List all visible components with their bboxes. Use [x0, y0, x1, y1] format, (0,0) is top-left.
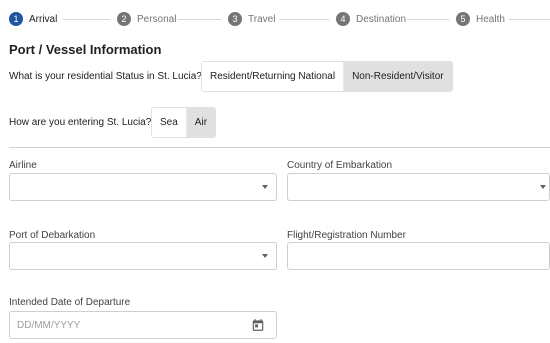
country-of-embarkation-select[interactable]: [287, 173, 550, 201]
step-label: Travel: [248, 13, 276, 25]
air-option-button[interactable]: Air: [186, 108, 216, 137]
calendar-icon[interactable]: [251, 318, 265, 332]
progress-stepper: 1 Arrival 2 Personal 3 Travel 4 Destinat…: [0, 10, 550, 30]
departure-date-input[interactable]: DD/MM/YYYY: [9, 311, 277, 339]
airline-select[interactable]: [9, 173, 277, 201]
step-number: 5: [456, 12, 470, 26]
port-of-debarkation-label: Port of Debarkation: [9, 230, 96, 241]
step-label: Arrival: [29, 13, 58, 25]
step-destination[interactable]: 4 Destination: [336, 10, 406, 28]
step-arrival[interactable]: 1 Arrival: [9, 10, 57, 28]
step-label: Health: [476, 13, 505, 25]
step-number: 1: [9, 12, 23, 26]
flight-registration-input[interactable]: [287, 242, 550, 270]
step-connector: [407, 19, 449, 20]
resident-option-button[interactable]: Resident/Returning National: [202, 62, 345, 91]
step-label: Destination: [356, 13, 407, 25]
step-personal[interactable]: 2 Personal: [117, 10, 176, 28]
date-placeholder: DD/MM/YYYY: [17, 320, 81, 331]
residential-status-question: What is your residential Status in St. L…: [9, 71, 202, 82]
entry-mode-toggle: Sea Air: [151, 107, 217, 138]
residential-status-toggle: Resident/Returning National Non-Resident…: [201, 61, 453, 92]
step-connector: [178, 19, 221, 20]
section-divider: [9, 147, 550, 148]
step-connector: [279, 19, 329, 20]
arrival-form-page: 1 Arrival 2 Personal 3 Travel 4 Destinat…: [0, 0, 550, 343]
chevron-down-icon: [262, 185, 268, 189]
step-label: Personal: [137, 13, 177, 25]
step-travel[interactable]: 3 Travel: [228, 10, 275, 28]
entry-mode-question: How are you entering St. Lucia?: [9, 117, 152, 128]
airline-label: Airline: [9, 160, 37, 171]
chevron-down-icon: [540, 185, 546, 189]
step-number: 4: [336, 12, 350, 26]
step-connector: [509, 19, 550, 20]
departure-date-label: Intended Date of Departure: [9, 297, 131, 308]
non-resident-option-button[interactable]: Non-Resident/Visitor: [344, 62, 452, 91]
sea-option-button[interactable]: Sea: [152, 108, 187, 137]
step-number: 3: [228, 12, 242, 26]
port-of-debarkation-select[interactable]: [9, 242, 277, 270]
section-title: Port / Vessel Information: [9, 42, 162, 57]
flight-registration-label: Flight/Registration Number: [287, 230, 406, 241]
chevron-down-icon: [262, 254, 268, 258]
step-connector: [63, 19, 110, 20]
country-of-embarkation-label: Country of Embarkation: [287, 160, 393, 171]
step-number: 2: [117, 12, 131, 26]
step-health[interactable]: 5 Health: [456, 10, 505, 28]
